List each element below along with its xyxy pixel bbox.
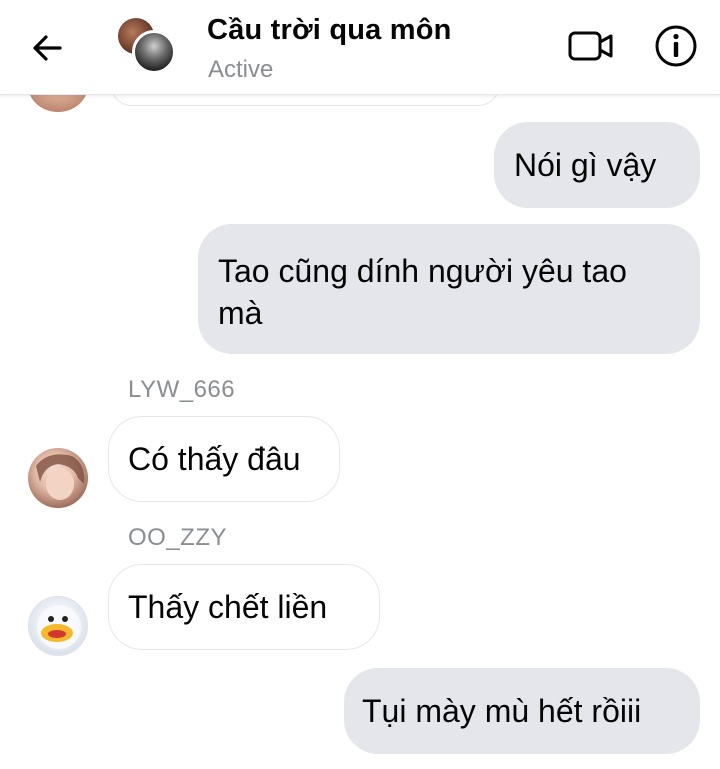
active-status: Active — [208, 56, 274, 83]
message-bubble-outgoing[interactable]: Tao cũng dính người yêu tao mà — [198, 224, 700, 354]
message-bubble-outgoing[interactable]: Nói gì vậy — [494, 122, 700, 208]
chat-header: Cầu trời qua môn Active — [0, 0, 720, 95]
video-call-button[interactable] — [566, 24, 616, 68]
message-text: Tụi mày mù hết rồiii — [362, 693, 642, 729]
avatar — [132, 30, 176, 74]
message-bubble-incoming[interactable]: Có thấy đâu — [108, 416, 340, 502]
info-button[interactable] — [652, 22, 700, 70]
conversation-title[interactable]: Cầu trời qua môn — [207, 14, 452, 47]
video-call-icon — [568, 31, 613, 61]
message-bubble-incoming[interactable]: Thấy chết liền — [108, 564, 380, 650]
message-text: Có thấy đâu — [128, 441, 301, 477]
back-button[interactable] — [26, 26, 70, 70]
sender-name: OO_ZZY — [128, 524, 228, 551]
group-avatar[interactable] — [114, 16, 178, 76]
avatar[interactable] — [28, 448, 88, 508]
message-text-line: Tao cũng dính người yêu tao — [218, 253, 627, 289]
avatar[interactable] — [28, 596, 88, 656]
sender-name: LYW_666 — [128, 376, 236, 403]
avatar-image — [36, 454, 85, 500]
message-text: Thấy chết liền — [128, 589, 328, 625]
message-text-line: mà — [218, 295, 263, 331]
back-arrow-icon — [33, 35, 62, 61]
message-text: Nói gì vậy — [514, 147, 657, 183]
message-bubble-outgoing[interactable]: Tụi mày mù hết rồiii — [344, 668, 700, 754]
duck-avatar-image — [37, 605, 81, 649]
info-icon — [655, 25, 697, 67]
